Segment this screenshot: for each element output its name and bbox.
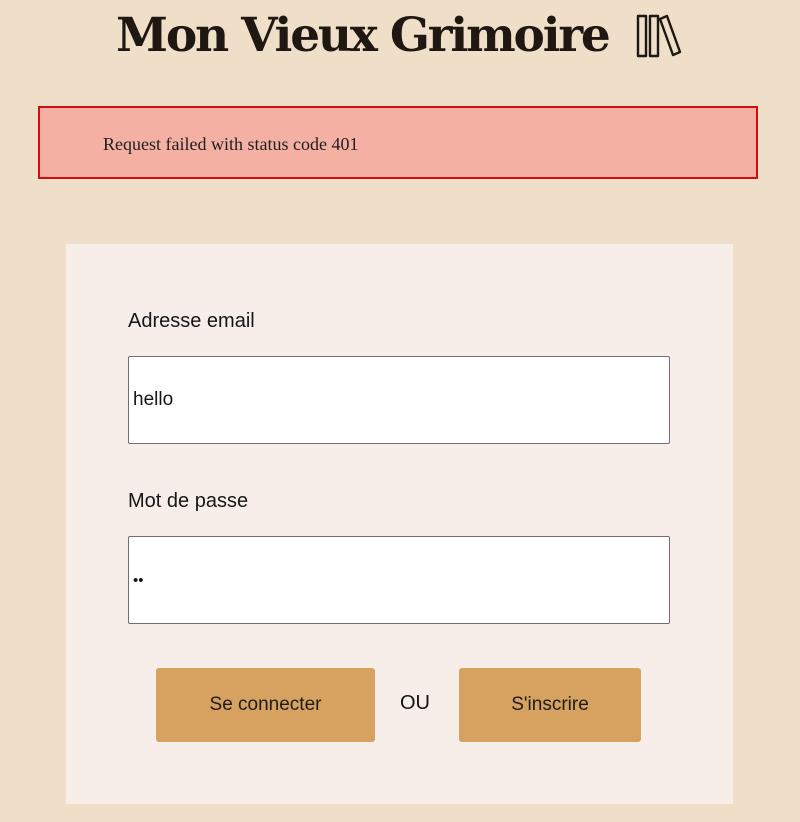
site-title: Mon Vieux Grimoire (116, 8, 611, 63)
password-field[interactable] (128, 536, 670, 624)
site-header: Mon Vieux Grimoire (0, 0, 800, 90)
email-field[interactable] (128, 356, 670, 444)
or-separator: OU (400, 692, 430, 714)
error-message: Request failed with status code 401 (103, 134, 359, 154)
email-label: Adresse email (128, 310, 255, 332)
signup-button[interactable]: S'inscrire (459, 668, 641, 742)
password-label: Mot de passe (128, 490, 249, 512)
books-icon (636, 12, 682, 60)
login-button[interactable]: Se connecter (156, 668, 375, 742)
login-form: Adresse email Mot de passe Se connecter … (66, 244, 733, 804)
error-banner: Request failed with status code 401 (38, 106, 758, 179)
